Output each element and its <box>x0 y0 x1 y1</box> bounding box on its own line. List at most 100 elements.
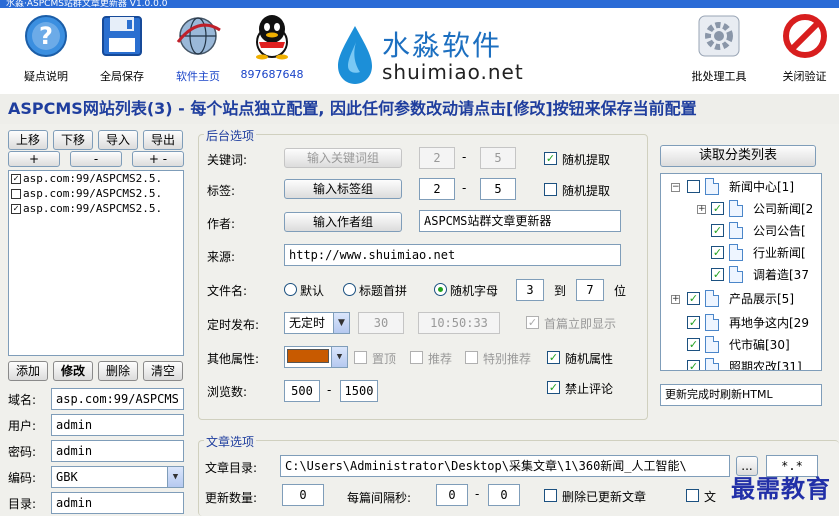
expand-icon[interactable]: + <box>671 295 680 304</box>
top-checkbox[interactable] <box>354 351 367 364</box>
password-field[interactable]: admin <box>51 440 184 462</box>
tree-item[interactable]: ✓ 行业新闻[ <box>661 242 821 264</box>
directory-field[interactable]: admin <box>51 492 184 514</box>
first-immediate-checkbox[interactable]: ✓ <box>526 316 539 329</box>
tree-item[interactable]: − 新闻中心[1] <box>661 176 821 198</box>
expand-icon[interactable]: + <box>697 205 706 214</box>
author-field[interactable]: ASPCMS站群文章更新器 <box>419 210 621 232</box>
refresh-option-select[interactable]: 更新完成时刷新HTML <box>660 384 822 406</box>
modify-button[interactable]: 修改 <box>53 361 93 381</box>
delete-button[interactable]: 删除 <box>98 361 138 381</box>
category-tree[interactable]: − 新闻中心[1] + ✓ 公司新闻[2 ✓ 公司公告[ ✓ 行业新闻[ ✓ 调… <box>660 173 822 371</box>
site-checkbox[interactable] <box>11 188 21 199</box>
tree-item[interactable]: ✓ 调着造[37 <box>661 264 821 286</box>
export-button[interactable]: 导出 <box>143 130 183 150</box>
help-button[interactable]: ? 疑点说明 <box>14 12 78 84</box>
user-field[interactable]: admin <box>51 414 184 436</box>
homepage-button[interactable]: 软件主页 <box>166 12 230 84</box>
collapse-icon[interactable]: − <box>671 183 680 192</box>
batch-tool-button[interactable]: 批处理工具 <box>684 12 754 84</box>
category-checkbox[interactable]: ✓ <box>711 268 724 281</box>
tag-group-button[interactable]: 输入标签组 <box>284 179 402 199</box>
no-comment-checkbox[interactable]: ✓ <box>547 381 560 394</box>
keyword-group-button[interactable]: 输入关键词组 <box>284 148 402 168</box>
tree-item[interactable]: + ✓ 产品展示[5] <box>661 288 821 310</box>
filename-length-to[interactable]: 7 <box>576 279 604 301</box>
tree-item[interactable]: + ✓ 公司新闻[2 <box>661 198 821 220</box>
qq-contact-button[interactable]: 897687648 <box>240 12 304 81</box>
remove-site-minus-button[interactable]: - <box>70 151 122 167</box>
tree-item[interactable]: ✓ 再地争这内[29 <box>661 312 821 334</box>
tag-label: 标签: <box>207 184 236 198</box>
schedule-interval-field[interactable]: 30 <box>358 312 404 334</box>
document-icon <box>705 336 719 353</box>
close-verify-button[interactable]: 关闭验证 <box>770 12 839 84</box>
domain-field[interactable]: asp.com:99/ASPCMS <box>51 388 184 410</box>
save-all-button[interactable]: 全局保存 <box>90 12 154 84</box>
category-checkbox[interactable]: ✓ <box>687 292 700 305</box>
article-dir-field[interactable]: C:\Users\Administrator\Desktop\采集文章\1\36… <box>280 455 730 477</box>
window-titlebar: 水淼·ASPCMS站群文章更新器 V1.0.0.0 <box>0 0 839 8</box>
chevron-down-icon: ▼ <box>167 467 183 487</box>
category-checkbox[interactable]: ✓ <box>711 246 724 259</box>
category-checkbox[interactable]: ✓ <box>711 224 724 237</box>
tree-item[interactable]: ✓ 代市碥[30] <box>661 334 821 356</box>
interval-min-field[interactable]: 0 <box>436 484 468 506</box>
update-count-field[interactable]: 0 <box>282 484 324 506</box>
keyword-random-checkbox[interactable]: ✓ <box>544 152 557 165</box>
attr-color-picker[interactable]: ▼ <box>284 346 348 368</box>
other-option-label: 文 <box>704 490 717 504</box>
backend-options-title: 后台选项 <box>204 127 257 144</box>
random-attr-checkbox[interactable]: ✓ <box>547 351 560 364</box>
filename-length-from[interactable]: 3 <box>516 279 544 301</box>
author-group-button[interactable]: 输入作者组 <box>284 212 402 232</box>
add-button[interactable]: 添加 <box>8 361 48 381</box>
keyword-min-field[interactable]: 2 <box>419 147 455 169</box>
schedule-mode-select[interactable]: 无定时 ▼ <box>284 312 350 334</box>
category-checkbox[interactable]: ✓ <box>711 202 724 215</box>
list-item[interactable]: asp.com:99/ASPCMS2.5. <box>9 186 183 201</box>
other-option-checkbox[interactable] <box>686 489 699 502</box>
filename-pinyin-radio[interactable] <box>343 283 356 296</box>
tag-min-field[interactable]: 2 <box>419 178 455 200</box>
list-item[interactable]: ✓ asp.com:99/ASPCMS2.5. <box>9 201 183 216</box>
import-button[interactable]: 导入 <box>98 130 138 150</box>
user-label: 用户: <box>8 419 37 433</box>
category-checkbox[interactable]: ✓ <box>687 316 700 329</box>
filename-random-radio[interactable] <box>434 283 447 296</box>
tag-max-field[interactable]: 5 <box>480 178 516 200</box>
list-item[interactable]: ✓ asp.com:99/ASPCMS2.5. <box>9 171 183 186</box>
tree-item[interactable]: ✓ 照期农改[31] <box>661 356 821 370</box>
source-field[interactable]: http://www.shuimiao.net <box>284 244 621 266</box>
special-recommend-label: 特别推荐 <box>483 352 532 366</box>
category-checkbox[interactable]: ✓ <box>687 338 700 351</box>
category-checkbox[interactable] <box>687 180 700 193</box>
delete-updated-checkbox[interactable] <box>544 489 557 502</box>
move-down-button[interactable]: 下移 <box>53 130 93 150</box>
filename-random-label: 随机字母 <box>450 284 499 298</box>
recommend-checkbox[interactable] <box>410 351 423 364</box>
keyword-max-field[interactable]: 5 <box>480 147 516 169</box>
site-list[interactable]: ✓ asp.com:99/ASPCMS2.5. asp.com:99/ASPCMS… <box>8 170 184 356</box>
clear-button[interactable]: 清空 <box>143 361 183 381</box>
special-recommend-checkbox[interactable] <box>465 351 478 364</box>
views-min-field[interactable]: 500 <box>284 380 320 402</box>
tag-random-label: 随机提取 <box>562 184 611 198</box>
interval-max-field[interactable]: 0 <box>488 484 520 506</box>
plus-minus-button[interactable]: + - <box>132 151 184 167</box>
category-checkbox[interactable]: ✓ <box>687 360 700 370</box>
site-checkbox[interactable]: ✓ <box>11 203 21 214</box>
document-icon <box>705 314 719 331</box>
site-checkbox[interactable]: ✓ <box>11 173 21 184</box>
move-up-button[interactable]: 上移 <box>8 130 48 150</box>
add-site-plus-button[interactable]: + <box>8 151 60 167</box>
read-category-button[interactable]: 读取分类列表 <box>660 145 816 167</box>
views-max-field[interactable]: 1500 <box>340 380 378 402</box>
encoding-select[interactable]: GBK ▼ <box>51 466 184 488</box>
filename-default-radio[interactable] <box>284 283 297 296</box>
tag-random-checkbox[interactable] <box>544 183 557 196</box>
schedule-label: 定时发布: <box>207 318 260 332</box>
tree-item[interactable]: ✓ 公司公告[ <box>661 220 821 242</box>
brand-name: 水淼软件 <box>382 29 503 62</box>
schedule-time-field[interactable]: 10:50:33 <box>418 312 500 334</box>
